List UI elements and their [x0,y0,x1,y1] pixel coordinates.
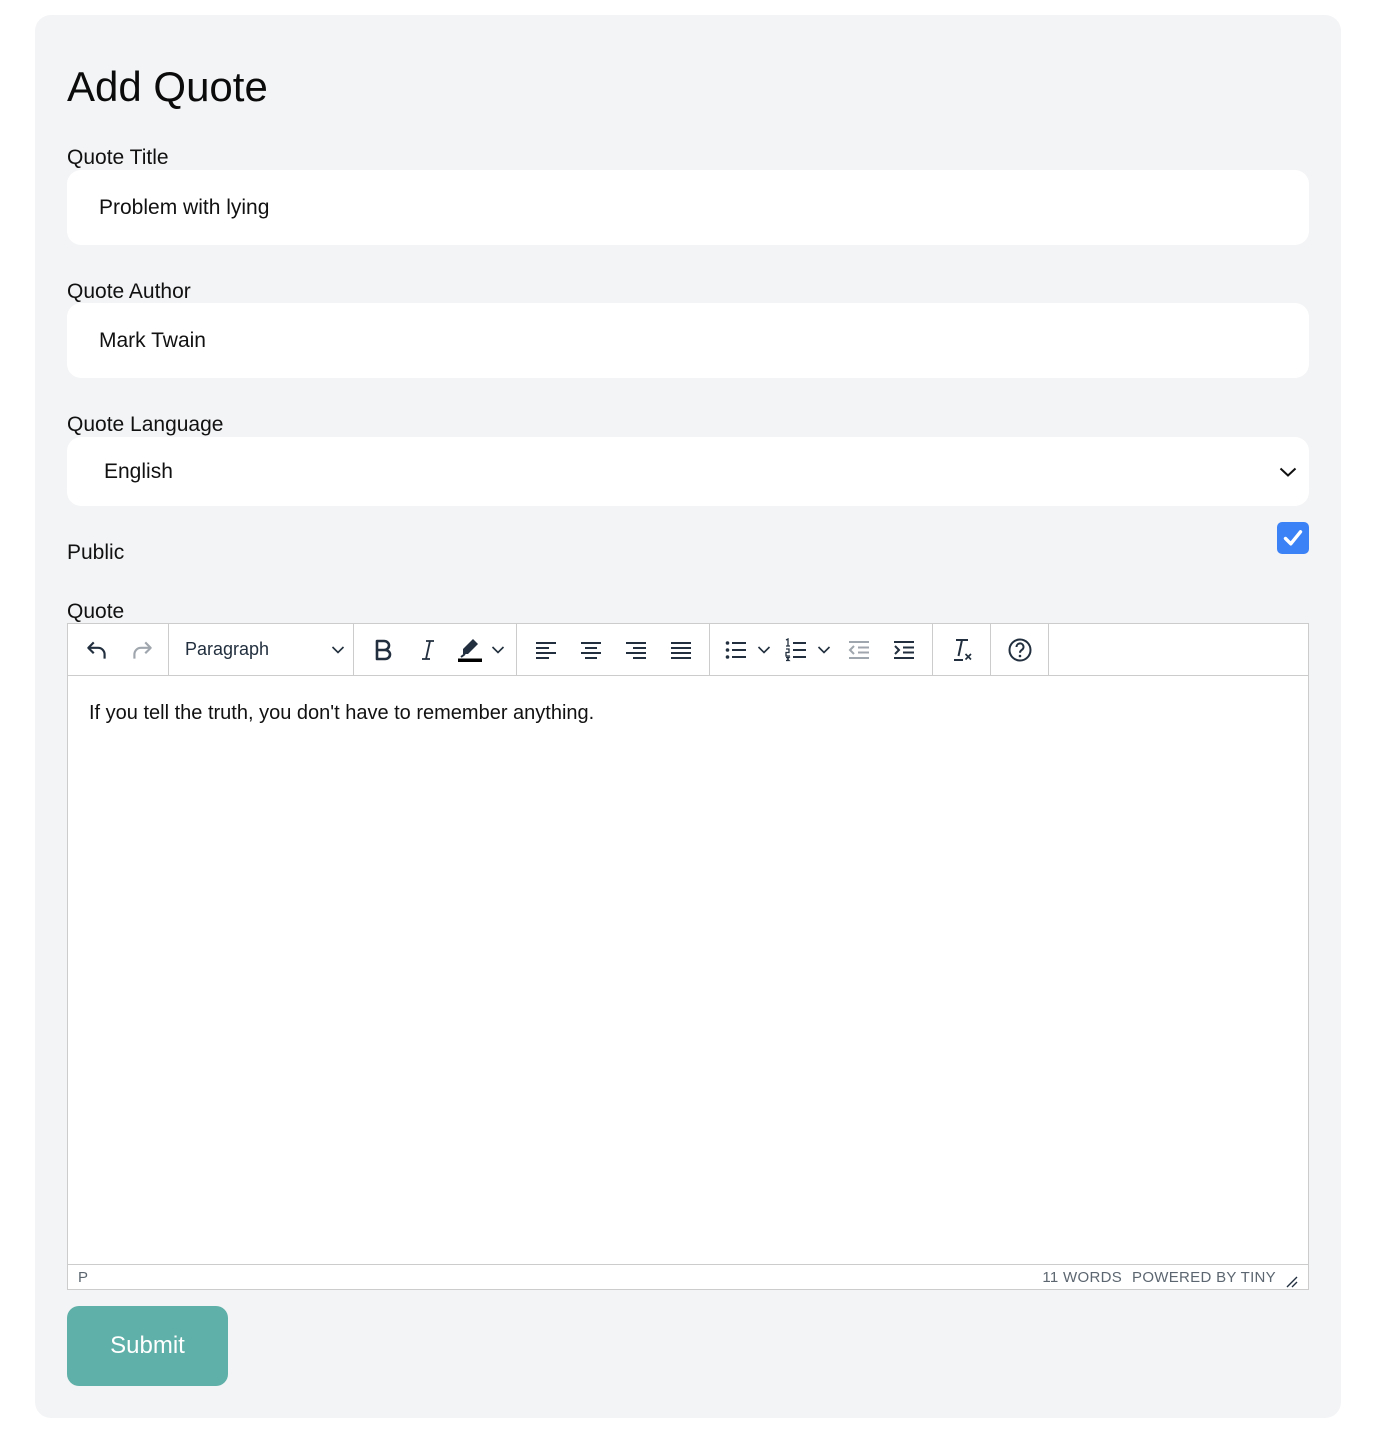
highlight-color-icon [458,638,482,662]
align-left-icon [535,641,556,659]
redo-icon [132,641,152,659]
align-right-button[interactable] [616,632,656,668]
chevron-down-icon [817,645,831,654]
quote-author-input[interactable] [99,328,1309,353]
help-icon [1008,638,1031,661]
quote-language-label: Quote Language [67,413,224,436]
editor-toolbar: Paragraph [68,624,1308,676]
clear-formatting-icon [953,638,972,661]
powered-by-tiny-link[interactable]: POWERED BY TINY [1132,1269,1276,1286]
redo-button[interactable] [122,632,162,668]
public-label: Public [67,541,125,564]
block-format-label: Paragraph [185,639,270,659]
outdent-icon [848,640,869,659]
quote-title-label: Quote Title [67,146,169,169]
submit-button[interactable]: Submit [67,1306,228,1386]
numbered-list-icon [785,637,806,661]
undo-button[interactable] [77,632,117,668]
clear-formatting-button[interactable] [942,632,982,668]
resize-handle-icon[interactable] [1284,1274,1298,1288]
highlight-color-button[interactable] [452,632,508,668]
quote-title-input[interactable] [99,195,1309,220]
indent-button[interactable] [884,632,924,668]
highlight-color-dropdown[interactable] [488,632,508,668]
align-center-button[interactable] [571,632,611,668]
checkmark-icon [1283,530,1303,546]
indent-icon [893,640,914,659]
align-center-icon [580,641,601,659]
add-quote-card: Add Quote Quote Title Quote Author Quote… [35,15,1341,1418]
outdent-button[interactable] [839,632,879,668]
bullet-list-button[interactable] [718,632,774,668]
quote-author-field[interactable] [67,303,1309,378]
block-format-dropdown[interactable]: Paragraph [175,632,347,668]
chevron-down-icon [757,645,771,654]
bullet-list-icon [725,640,746,659]
quote-label: Quote [67,600,125,623]
help-button[interactable] [1000,632,1040,668]
align-justify-button[interactable] [661,632,701,668]
chevron-down-icon [331,645,345,654]
page-title: Add Quote [67,63,268,110]
bullet-list-dropdown[interactable] [754,632,774,668]
editor-statusbar: P 11 WORDS POWERED BY TINY [68,1264,1308,1289]
chevron-down-icon [491,645,505,654]
editor-content-area[interactable]: If you tell the truth, you don't have to… [68,676,1308,1265]
bold-icon [375,639,391,660]
italic-icon [421,639,434,660]
quote-text: If you tell the truth, you don't have to… [89,702,595,724]
quote-language-value: English [104,459,173,483]
italic-button[interactable] [408,632,448,668]
align-right-icon [625,641,646,659]
numbered-list-button[interactable] [778,632,834,668]
rich-text-editor: Paragraph If you tell the truth, you don… [67,623,1309,1290]
align-left-button[interactable] [526,632,566,668]
element-path[interactable]: P [78,1269,1042,1286]
quote-language-select[interactable]: English [67,437,1309,506]
align-justify-icon [670,641,691,659]
undo-icon [86,641,106,659]
quote-author-label: Quote Author [67,280,191,303]
bold-button[interactable] [363,632,403,668]
public-checkbox[interactable] [1277,522,1309,554]
quote-title-field[interactable] [67,170,1309,245]
word-count[interactable]: 11 WORDS [1042,1269,1122,1286]
chevron-down-icon [1279,466,1297,478]
numbered-list-dropdown[interactable] [814,632,834,668]
